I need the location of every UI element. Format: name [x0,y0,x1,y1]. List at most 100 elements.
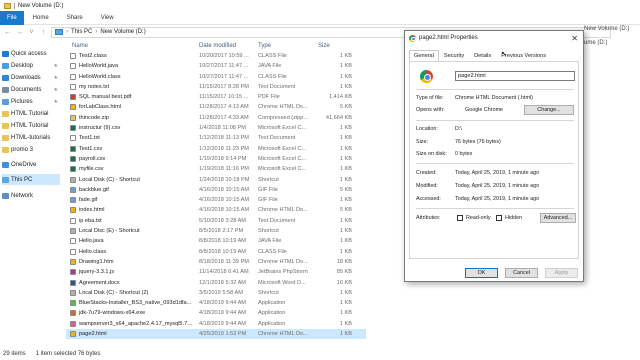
tab-view[interactable]: View [92,15,123,21]
pin-icon[interactable]: ★ [54,75,58,81]
sidebar-item[interactable]: Downloads ★ [2,72,60,83]
filename-input[interactable]: page2.html [455,71,575,81]
pin-icon[interactable]: ★ [54,87,58,93]
file-row[interactable]: Drawing1.htm 8/18/2018 11:39 PM Chrome HTM… [66,257,366,267]
file-row[interactable]: Local Disk (C) - Shortcut 1/24/2018 10:18… [66,175,366,185]
download-icon [2,74,9,81]
advanced-button[interactable]: Advanced... [540,213,576,223]
pin-icon[interactable]: ★ [54,63,58,69]
file-icon [70,83,76,90]
file-row[interactable]: my notes.txt 11/15/2017 8:28 PM Text Docum… [66,82,366,92]
file-row[interactable]: HelloWorld.class 10/27/2017 11:47 ... CLAS… [66,72,366,82]
sidebar-item[interactable]: Documents ★ [2,84,60,95]
tab-file[interactable]: File [0,10,24,25]
file-date: 4/16/2018 10:15 AM [199,197,250,204]
file-row[interactable]: thincode.zip 11/28/2017 4:33 AM Compressed… [66,113,366,123]
file-row[interactable]: Test2.class 10/20/2017 10:59 ... CLASS Fil… [66,51,366,61]
tab-home[interactable]: Home [24,15,58,21]
sidebar-item[interactable]: Quick access [2,48,60,59]
file-row[interactable]: jdk-7u79-windows-x64.exe 4/18/2019 9:44 A… [66,309,366,319]
sidebar-item-label: Desktop [11,62,34,69]
chevron-down-icon[interactable]: ˅ [27,28,36,37]
file-row[interactable]: HelloWorld.java 10/27/2017 11:47 ... JAVA … [66,61,366,71]
file-row[interactable]: Local Disk (C) - Shortcut (2) 3/5/2019 5:… [66,288,366,298]
sidebar-item[interactable]: HTML-tutorials [2,132,60,143]
up-arrow-icon[interactable]: ↑ [39,28,48,37]
file-row[interactable]: Test1.csv 1/12/2018 11:23 PM Microsoft Exc… [66,144,366,154]
file-row[interactable]: Agreement.docx 12/1/2018 5:32 AM Microsoft… [66,278,366,288]
file-row[interactable]: BlueStacks-Installer_BS3_native_093d1dfa… [66,298,366,308]
sidebar-item[interactable]: Pictures ★ [2,96,60,107]
divider [416,120,574,121]
file-size: 1 KB [339,238,352,245]
file-date: 4/16/2018 10:15 AM [199,186,250,193]
file-row[interactable]: Hello.class 8/8/2018 10:19 AM CLASS File 1 … [66,247,366,257]
file-name: instructur (9).csv [79,125,121,132]
sidebar-item[interactable]: OneDrive [2,159,60,170]
file-row[interactable]: page2.html 4/25/2019 1:53 PM Chrome HTML D… [66,329,366,339]
read-only-checkbox[interactable] [457,215,463,221]
accessed-label: Accessed: [416,196,441,202]
desktop-icon [2,62,9,69]
close-icon[interactable]: ✕ [571,34,578,43]
type-label: Type of file: [416,95,444,101]
file-row[interactable]: Hello.java 8/8/2018 10:19 AM JAVA File 1 KB [66,236,366,246]
forward-arrow-icon[interactable]: → [15,28,24,37]
column-type[interactable]: Type [258,43,271,49]
chrome-icon [420,70,433,83]
breadcrumb-volume[interactable]: New Volume (D:) [100,29,145,35]
file-row[interactable]: ip eba.txt 5/10/2018 3:28 AM Text Document… [66,216,366,226]
file-row[interactable]: jquery-3.3.1.js 11/14/2018 6:41 AM JetBrai… [66,267,366,277]
file-row[interactable]: instructur (9).csv 1/4/2018 11:08 PM Micro… [66,123,366,133]
file-name: index.html [79,207,105,214]
file-type: Text Document [258,83,296,90]
file-row[interactable]: SQL manual best.pdf 11/15/2017 10:15 ... P… [66,92,366,102]
file-type: Application [258,310,286,317]
file-type: PDF File [258,94,280,101]
file-name: thincode.zip [79,114,109,121]
column-date[interactable]: Date modified [199,43,236,49]
tab-details[interactable]: Details [469,50,496,61]
back-arrow-icon[interactable]: ← [3,28,12,37]
file-row[interactable]: payroll.csv 1/19/2018 9:14 PM Microsoft Ex… [66,154,366,164]
file-row[interactable]: wampserver3_x64_apache2.4.17_mysql5.7...… [66,319,366,329]
tab-share[interactable]: Share [58,15,92,21]
change-button[interactable]: Change... [524,105,574,115]
file-type: Microsoft Word D... [258,279,306,286]
sidebar-item[interactable]: promo 3 [2,144,60,155]
tab-general[interactable]: General [409,50,439,61]
file-row[interactable]: fade.gif 4/16/2018 10:15 AM GIF File 1 KB [66,195,366,205]
hidden-checkbox[interactable] [496,215,502,221]
column-name[interactable]: Name [72,43,88,49]
search-field-partial[interactable]: New Volume (D:) [584,26,629,32]
file-name: Local Disk (C) - Shortcut (2) [79,289,149,296]
apply-button[interactable]: Apply [545,268,578,278]
pc-icon [2,176,9,183]
file-size: 1 KB [339,145,352,152]
column-size[interactable]: Size [318,43,330,49]
file-row[interactable]: backblue.gif 4/16/2018 10:15 AM GIF File 5 … [66,185,366,195]
file-row[interactable]: myfile.csv 1/19/2018 11:16 PM Microsoft Ex… [66,164,366,174]
file-type: CLASS File [258,52,287,59]
pin-icon[interactable]: ★ [54,99,58,105]
file-type: Chrome HTML Do... [258,207,308,214]
breadcrumb-this-pc[interactable]: This PC [71,29,92,35]
location-value: D:\ [455,126,462,132]
sidebar-item[interactable]: Desktop ★ [2,60,60,71]
sidebar-item[interactable]: Network [2,190,60,201]
file-row[interactable]: Test1.txt 1/12/2018 11:13 PM Text Document… [66,133,366,143]
sidebar-item[interactable]: HTML Tutorial [2,108,60,119]
file-icon [70,228,76,235]
file-size: 1 KB [339,248,352,255]
tab-security[interactable]: Security [439,50,469,61]
file-row[interactable]: Local Disc (E) - Shortcut 8/5/2018 2:17 P… [66,226,366,236]
file-name: forLabClass.html [79,104,121,111]
sidebar-item[interactable]: This PC [2,174,60,185]
ok-button[interactable]: OK [465,268,498,278]
picture-icon [2,98,9,105]
sidebar-item[interactable]: HTML Tutorial [2,120,60,131]
file-row[interactable]: index.html 4/16/2018 10:15 AM Chrome HTML … [66,206,366,216]
cancel-button[interactable]: Cancel [505,268,538,278]
chrome-icon [409,34,416,42]
file-row[interactable]: forLabClass.html 11/28/2017 4:13 AM Chrome… [66,103,366,113]
